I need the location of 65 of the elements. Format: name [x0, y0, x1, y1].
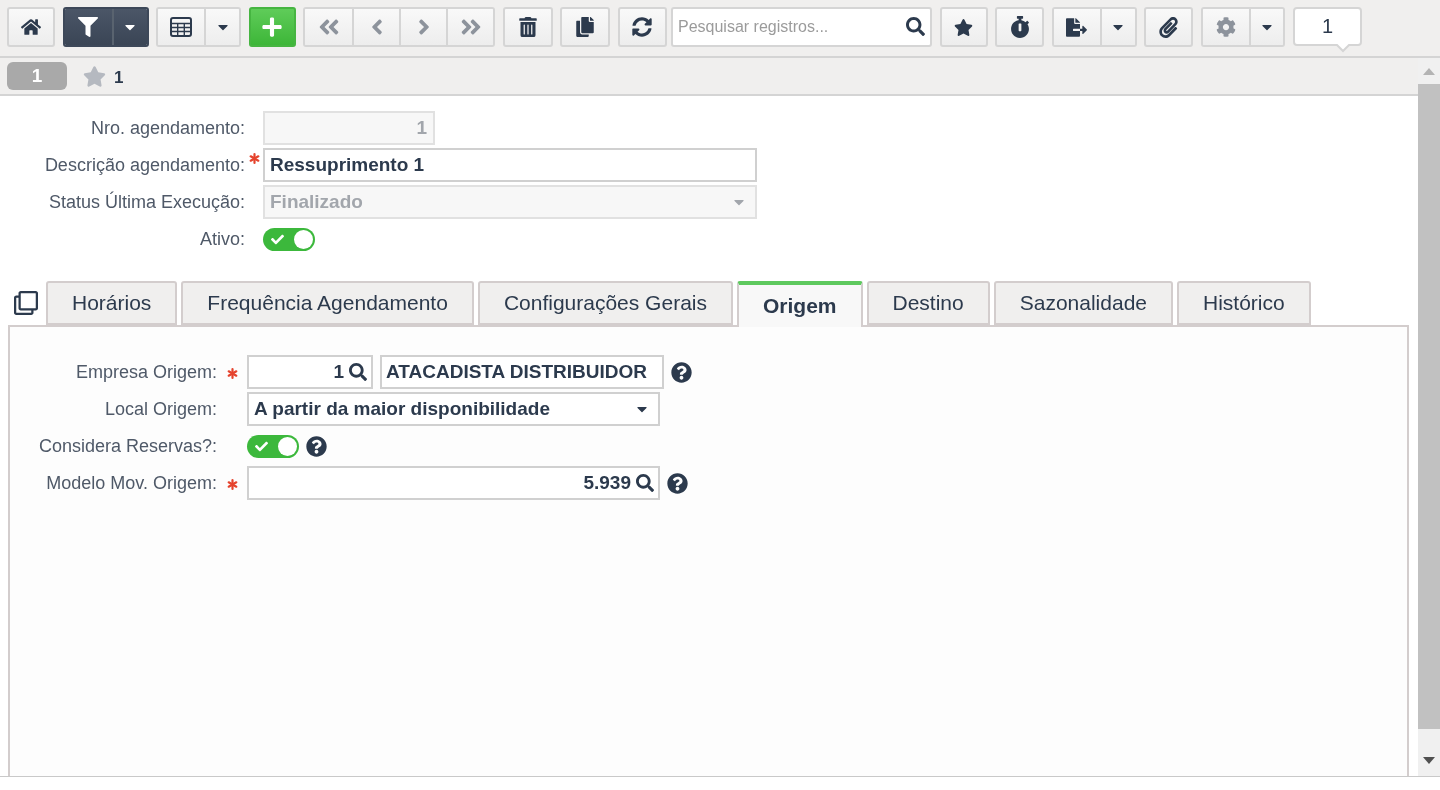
search-field[interactable]: Pesquisar registros...	[671, 7, 932, 47]
field-label: Nro. agendamento:	[90, 117, 245, 139]
help-icon[interactable]	[671, 361, 692, 383]
refresh-button[interactable]	[617, 7, 667, 47]
stopwatch-icon	[1008, 16, 1031, 38]
refresh-icon	[632, 17, 652, 37]
view-dropdown-button[interactable]	[204, 9, 239, 45]
switch-knob[interactable]	[278, 436, 297, 456]
table-icon	[170, 17, 192, 37]
field-label: Ativo:	[199, 228, 245, 250]
grid-view-button[interactable]	[158, 9, 204, 45]
plus-icon	[261, 16, 283, 38]
tab[interactable]: Horários	[46, 281, 178, 325]
check-icon	[271, 232, 284, 246]
tab[interactable]: Destino	[866, 281, 990, 325]
field-label: Local Origem:	[104, 398, 217, 420]
home-button[interactable]	[7, 7, 55, 47]
search-icon	[636, 474, 654, 492]
duplicate-button[interactable]	[560, 7, 610, 47]
field-label: Modelo Mov. Origem:	[46, 472, 217, 494]
file-export-icon	[1066, 16, 1087, 38]
add-button[interactable]	[248, 7, 296, 47]
help-icon[interactable]	[306, 435, 327, 457]
check-icon	[255, 439, 268, 453]
tab[interactable]: Origem	[737, 281, 863, 327]
attach-button[interactable]	[1144, 7, 1193, 47]
field-label: Descrição agendamento:	[44, 154, 245, 176]
settings-dropdown-button[interactable]	[1248, 9, 1283, 45]
record-counter: 1	[1293, 7, 1362, 53]
field-label: Considera Reservas?:	[38, 435, 217, 457]
timer-button[interactable]	[995, 7, 1044, 47]
copy-icon	[575, 17, 595, 37]
help-icon[interactable]	[667, 472, 688, 494]
field-label: Status Última Execução:	[48, 191, 245, 213]
lookup-field[interactable]: 1	[247, 355, 373, 389]
scroll-down-icon[interactable]	[1423, 757, 1435, 764]
filter-icon	[78, 17, 98, 37]
tab[interactable]: Configurações Gerais	[477, 281, 733, 325]
paperclip-icon	[1158, 16, 1179, 38]
trash-icon	[517, 17, 538, 37]
field-label: Empresa Origem:	[75, 361, 217, 383]
search-icon	[349, 363, 367, 381]
export-button[interactable]	[1053, 9, 1100, 45]
filter-dropdown-button[interactable]	[111, 9, 147, 45]
export-dropdown-button[interactable]	[1099, 9, 1135, 45]
toggle-switch[interactable]	[263, 227, 315, 251]
select-field[interactable]: A partir da maior disponibilidade	[247, 392, 660, 426]
search-icon	[906, 17, 925, 36]
copy-icon	[14, 291, 38, 315]
star-icon	[954, 17, 973, 37]
star-icon	[83, 64, 106, 88]
tab[interactable]: Frequência Agendamento	[181, 281, 474, 325]
delete-button[interactable]	[502, 7, 553, 47]
description-field[interactable]: ATACADISTA DISTRIBUIDOR	[380, 355, 664, 389]
filter-button[interactable]	[64, 9, 112, 45]
settings-icon	[1215, 17, 1236, 37]
toggle-switch[interactable]	[247, 434, 299, 458]
favorite-button[interactable]	[939, 7, 988, 47]
favorites-count: 1	[114, 66, 124, 88]
tab[interactable]: Sazonalidade	[993, 281, 1173, 325]
switch-knob[interactable]	[294, 229, 313, 249]
tab[interactable]: Histórico	[1177, 281, 1311, 325]
lookup-field[interactable]: 5.939	[247, 466, 660, 500]
text-field[interactable]: Ressuprimento 1	[263, 148, 757, 182]
home-icon	[21, 17, 41, 37]
